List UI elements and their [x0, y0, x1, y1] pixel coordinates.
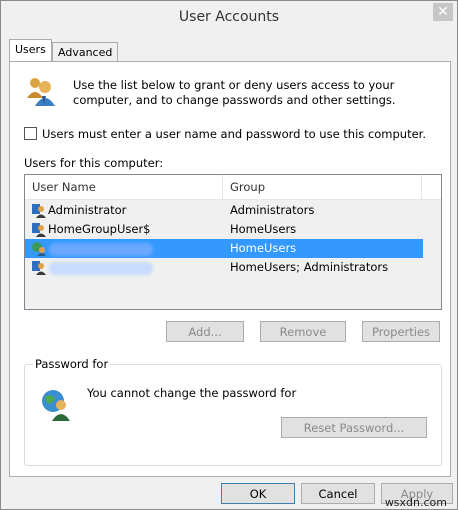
- table-row[interactable]: HomeUsers; Administrators: [25, 258, 441, 277]
- column-divider[interactable]: [222, 175, 223, 199]
- remove-button[interactable]: Remove: [260, 321, 346, 342]
- cancel-button[interactable]: Cancel: [301, 483, 375, 504]
- users-list[interactable]: User Name Group Administrator Administra…: [24, 174, 442, 310]
- column-divider[interactable]: [421, 175, 422, 199]
- admin-user-icon: [32, 204, 46, 218]
- watermark-text: wsxdn.com: [384, 496, 447, 509]
- users-list-label: Users for this computer:: [24, 156, 164, 170]
- redacted-user-name: [49, 243, 153, 256]
- tab-advanced[interactable]: Advanced: [52, 42, 119, 62]
- reset-password-button[interactable]: Reset Password...: [281, 417, 427, 438]
- table-row[interactable]: HomeGroupUser$ HomeUsers: [25, 220, 441, 239]
- group-cell: HomeUsers: [230, 222, 297, 236]
- description-text: Use the list below to grant or deny user…: [73, 78, 396, 107]
- user-name-cell: HomeGroupUser$: [48, 222, 151, 236]
- admin-user-icon: [32, 223, 46, 237]
- password-message: You cannot change the password for: [87, 386, 297, 400]
- ok-button[interactable]: OK: [221, 483, 295, 504]
- globe-user-icon: [42, 390, 70, 421]
- password-group: Password for You cannot change the passw…: [24, 357, 442, 466]
- table-row[interactable]: Administrator Administrators: [25, 201, 441, 220]
- column-header-user-name[interactable]: User Name: [32, 180, 96, 194]
- password-group-legend: Password for: [33, 357, 111, 371]
- group-cell: HomeUsers; Administrators: [230, 260, 389, 274]
- window-title: User Accounts: [178, 9, 280, 25]
- tab-users[interactable]: Users: [9, 39, 52, 61]
- user-accounts-window: User Accounts ✕ Users Advanced Use the l…: [0, 0, 458, 510]
- require-login-label: Users must enter a user name and passwor…: [42, 127, 427, 141]
- list-header: User Name Group: [25, 175, 441, 200]
- properties-button[interactable]: Properties: [362, 321, 440, 342]
- admin-user-icon: [32, 261, 46, 275]
- require-login-row[interactable]: Users must enter a user name and passwor…: [24, 127, 426, 141]
- column-header-group[interactable]: Group: [230, 180, 265, 194]
- group-cell: Administrators: [230, 203, 315, 217]
- users-group-icon: [27, 78, 55, 106]
- users-tab-panel: Use the list below to grant or deny user…: [9, 61, 451, 477]
- add-button[interactable]: Add...: [166, 321, 244, 342]
- close-button[interactable]: ✕: [433, 3, 453, 21]
- user-name-cell: Administrator: [48, 203, 127, 217]
- globe-user-icon: [32, 242, 46, 256]
- redacted-user-name: [49, 262, 153, 275]
- title-bar: User Accounts ✕: [1, 1, 457, 34]
- table-row-selected[interactable]: HomeUsers: [25, 239, 441, 258]
- group-cell: HomeUsers: [230, 241, 297, 255]
- require-login-checkbox[interactable]: [24, 127, 37, 140]
